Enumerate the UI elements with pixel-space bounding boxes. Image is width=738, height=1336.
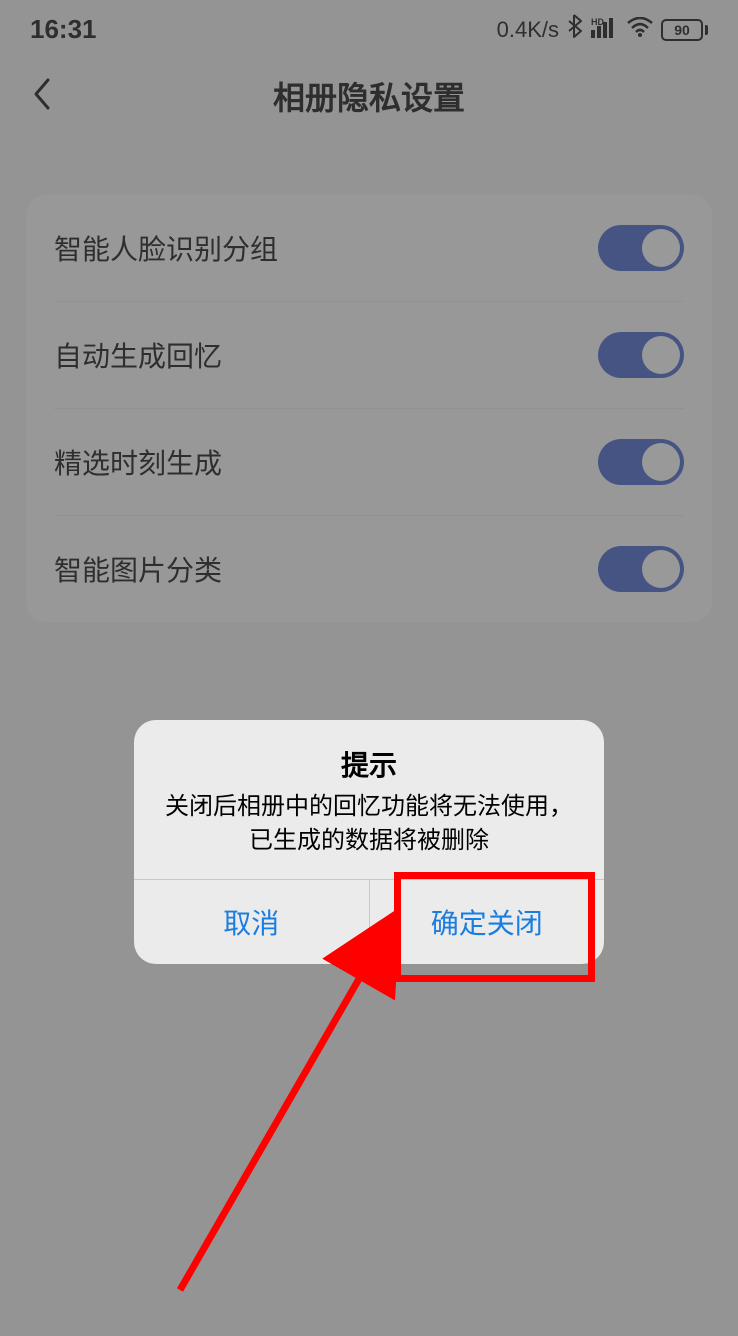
- dialog-message: 关闭后相册中的回忆功能将无法使用，已生成的数据将被删除: [134, 790, 604, 879]
- dialog-buttons: 取消 确定关闭: [134, 879, 604, 964]
- dialog-overlay: 提示 关闭后相册中的回忆功能将无法使用，已生成的数据将被删除 取消 确定关闭: [0, 0, 738, 1336]
- cancel-button[interactable]: 取消: [134, 880, 370, 964]
- confirm-dialog: 提示 关闭后相册中的回忆功能将无法使用，已生成的数据将被删除 取消 确定关闭: [134, 720, 604, 964]
- dialog-title: 提示: [134, 720, 604, 790]
- confirm-close-button[interactable]: 确定关闭: [370, 880, 605, 964]
